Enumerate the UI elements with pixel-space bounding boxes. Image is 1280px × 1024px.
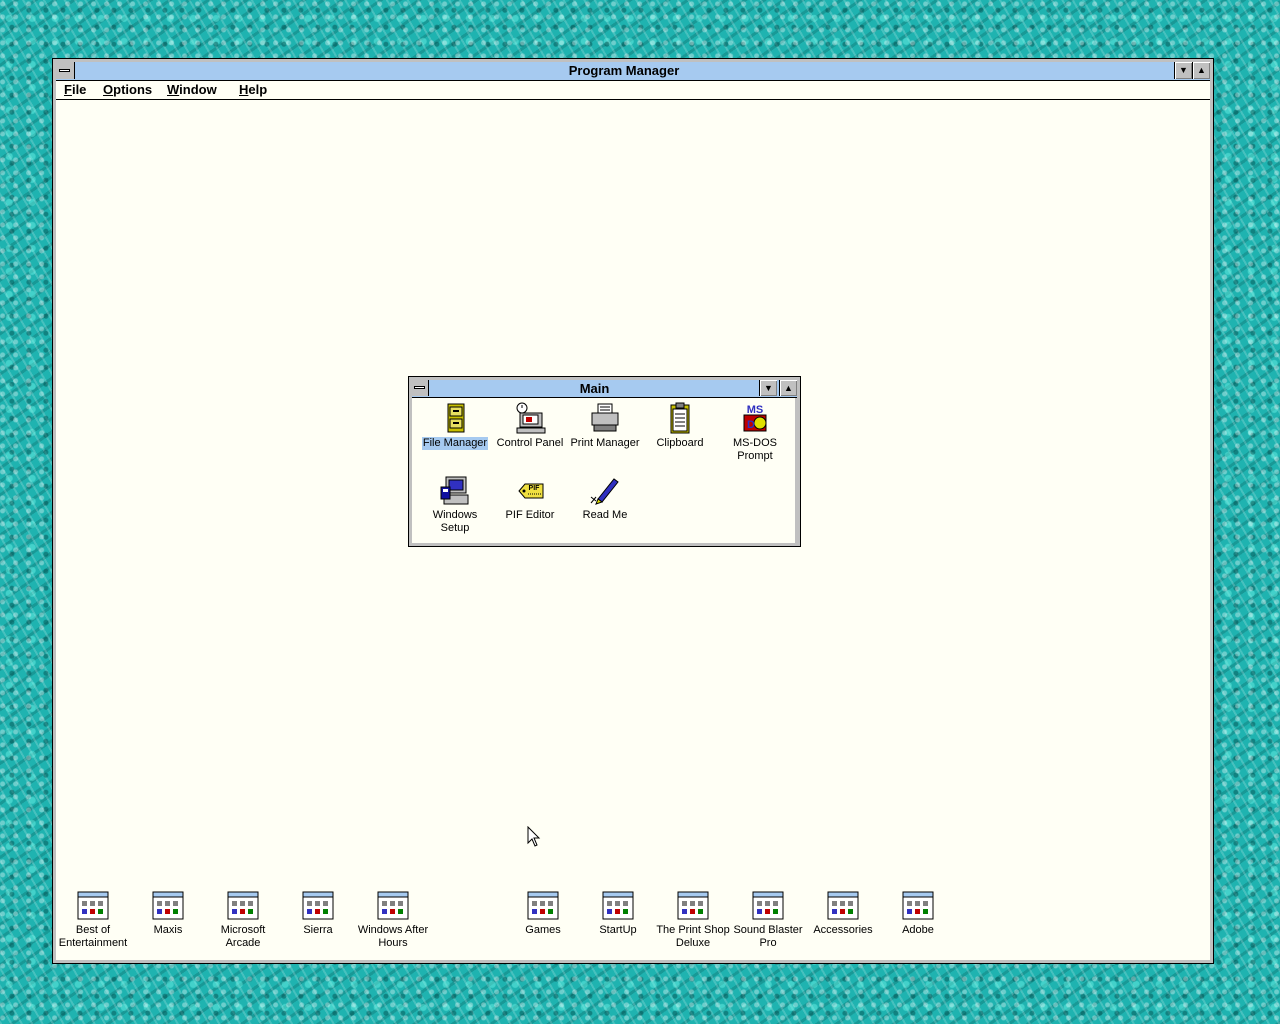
program-label: Clipboard bbox=[656, 437, 704, 449]
system-menu-icon bbox=[414, 386, 425, 389]
main-group-title: Main bbox=[579, 381, 610, 396]
program-group-icon bbox=[902, 891, 934, 920]
program-print-manager[interactable]: Print Manager bbox=[565, 401, 645, 450]
program-label: File Manager bbox=[421, 437, 489, 450]
program-label: MS-DOS Prompt bbox=[733, 437, 777, 462]
control-panel-icon bbox=[516, 402, 546, 434]
pen-icon bbox=[590, 478, 619, 505]
program-file-manager[interactable]: File Manager bbox=[415, 401, 495, 450]
program-control-panel[interactable]: Control Panel bbox=[490, 401, 570, 450]
group-icon[interactable]: Microsoft Arcade bbox=[204, 891, 282, 950]
group-icon[interactable]: StartUp bbox=[579, 891, 657, 937]
program-group-icon bbox=[377, 891, 409, 920]
program-group-icon bbox=[227, 891, 259, 920]
maximize-button[interactable]: ▲ bbox=[1192, 62, 1210, 79]
group-icon-label: Adobe bbox=[902, 924, 934, 936]
menu-bar: File Options Window Help bbox=[56, 81, 1210, 100]
menu-file[interactable]: File bbox=[64, 81, 86, 99]
group-icon[interactable]: Best of Entertainment bbox=[54, 891, 132, 950]
group-icon[interactable]: The Print Shop Deluxe bbox=[654, 891, 732, 950]
system-menu-icon bbox=[59, 69, 70, 72]
main-system-menu-button[interactable] bbox=[412, 380, 429, 396]
windows-setup-icon bbox=[440, 476, 469, 505]
group-icon[interactable]: Games bbox=[504, 891, 582, 937]
mouse-cursor-icon bbox=[527, 826, 541, 847]
group-icon-label: Games bbox=[525, 924, 561, 936]
ms-dos-icon: MS D bbox=[743, 404, 767, 432]
program-read-me[interactable]: Read Me bbox=[565, 473, 645, 522]
group-icon-label: Sierra bbox=[303, 924, 333, 936]
svg-text:PIF: PIF bbox=[529, 485, 541, 492]
group-icon[interactable]: Adobe bbox=[879, 891, 957, 937]
window-title: Program Manager bbox=[568, 63, 680, 78]
group-icon[interactable]: Sound Blaster Pro bbox=[729, 891, 807, 950]
program-clipboard[interactable]: Clipboard bbox=[640, 401, 720, 450]
group-icon[interactable]: Sierra bbox=[279, 891, 357, 937]
program-windows-setup[interactable]: Windows Setup bbox=[415, 473, 495, 535]
program-label: Windows Setup bbox=[432, 509, 478, 534]
group-icon[interactable]: Windows After Hours bbox=[354, 891, 432, 950]
program-group-icon bbox=[77, 891, 109, 920]
program-ms-dos-prompt[interactable]: MS D MS-DOS Prompt bbox=[715, 401, 795, 463]
main-group-content: File Manager Control Panel Print Manager… bbox=[412, 398, 797, 543]
menu-options[interactable]: Options bbox=[103, 81, 152, 99]
group-icon[interactable]: Maxis bbox=[129, 891, 207, 937]
group-icon-label: Microsoft Arcade bbox=[220, 924, 266, 949]
group-icon[interactable]: Accessories bbox=[804, 891, 882, 937]
program-manager-titlebar[interactable]: Program Manager ▼ ▲ bbox=[56, 62, 1210, 81]
group-icon-label: The Print Shop Deluxe bbox=[656, 924, 730, 949]
pif-tag-icon: PIF bbox=[518, 483, 544, 499]
group-icon-label: Accessories bbox=[813, 924, 873, 936]
program-label: PIF Editor bbox=[505, 509, 555, 521]
group-icon-label: Sound Blaster Pro bbox=[733, 924, 803, 949]
svg-text:D: D bbox=[747, 419, 755, 431]
group-icon-label: Maxis bbox=[153, 924, 183, 936]
group-icon-label: Windows After Hours bbox=[357, 924, 429, 949]
menu-help[interactable]: Help bbox=[239, 81, 267, 99]
printer-icon bbox=[591, 403, 619, 432]
file-cabinet-icon bbox=[447, 403, 465, 433]
program-group-icon bbox=[827, 891, 859, 920]
system-menu-button[interactable] bbox=[56, 62, 75, 79]
program-label: Read Me bbox=[582, 509, 628, 521]
program-group-icon bbox=[677, 891, 709, 920]
minimize-button[interactable]: ▼ bbox=[1174, 62, 1192, 79]
program-group-icon bbox=[302, 891, 334, 920]
svg-text:MS: MS bbox=[747, 404, 764, 416]
program-group-icon bbox=[152, 891, 184, 920]
program-group-icon bbox=[527, 891, 559, 920]
main-maximize-button[interactable]: ▲ bbox=[779, 380, 797, 396]
program-pif-editor[interactable]: PIF PIF Editor bbox=[490, 473, 570, 522]
program-label: Print Manager bbox=[570, 437, 640, 449]
main-group-window: Main ▼ ▲ File Manager Control Panel Prin… bbox=[408, 376, 801, 547]
program-group-icon bbox=[602, 891, 634, 920]
group-icon-label: StartUp bbox=[599, 924, 637, 936]
menu-window[interactable]: Window bbox=[167, 81, 217, 99]
clipboard-icon bbox=[670, 402, 690, 434]
group-icon-label: Best of Entertainment bbox=[58, 924, 128, 949]
main-minimize-button[interactable]: ▼ bbox=[759, 380, 777, 396]
program-label: Control Panel bbox=[496, 437, 564, 449]
program-group-icon bbox=[752, 891, 784, 920]
main-group-titlebar[interactable]: Main ▼ ▲ bbox=[412, 380, 797, 398]
